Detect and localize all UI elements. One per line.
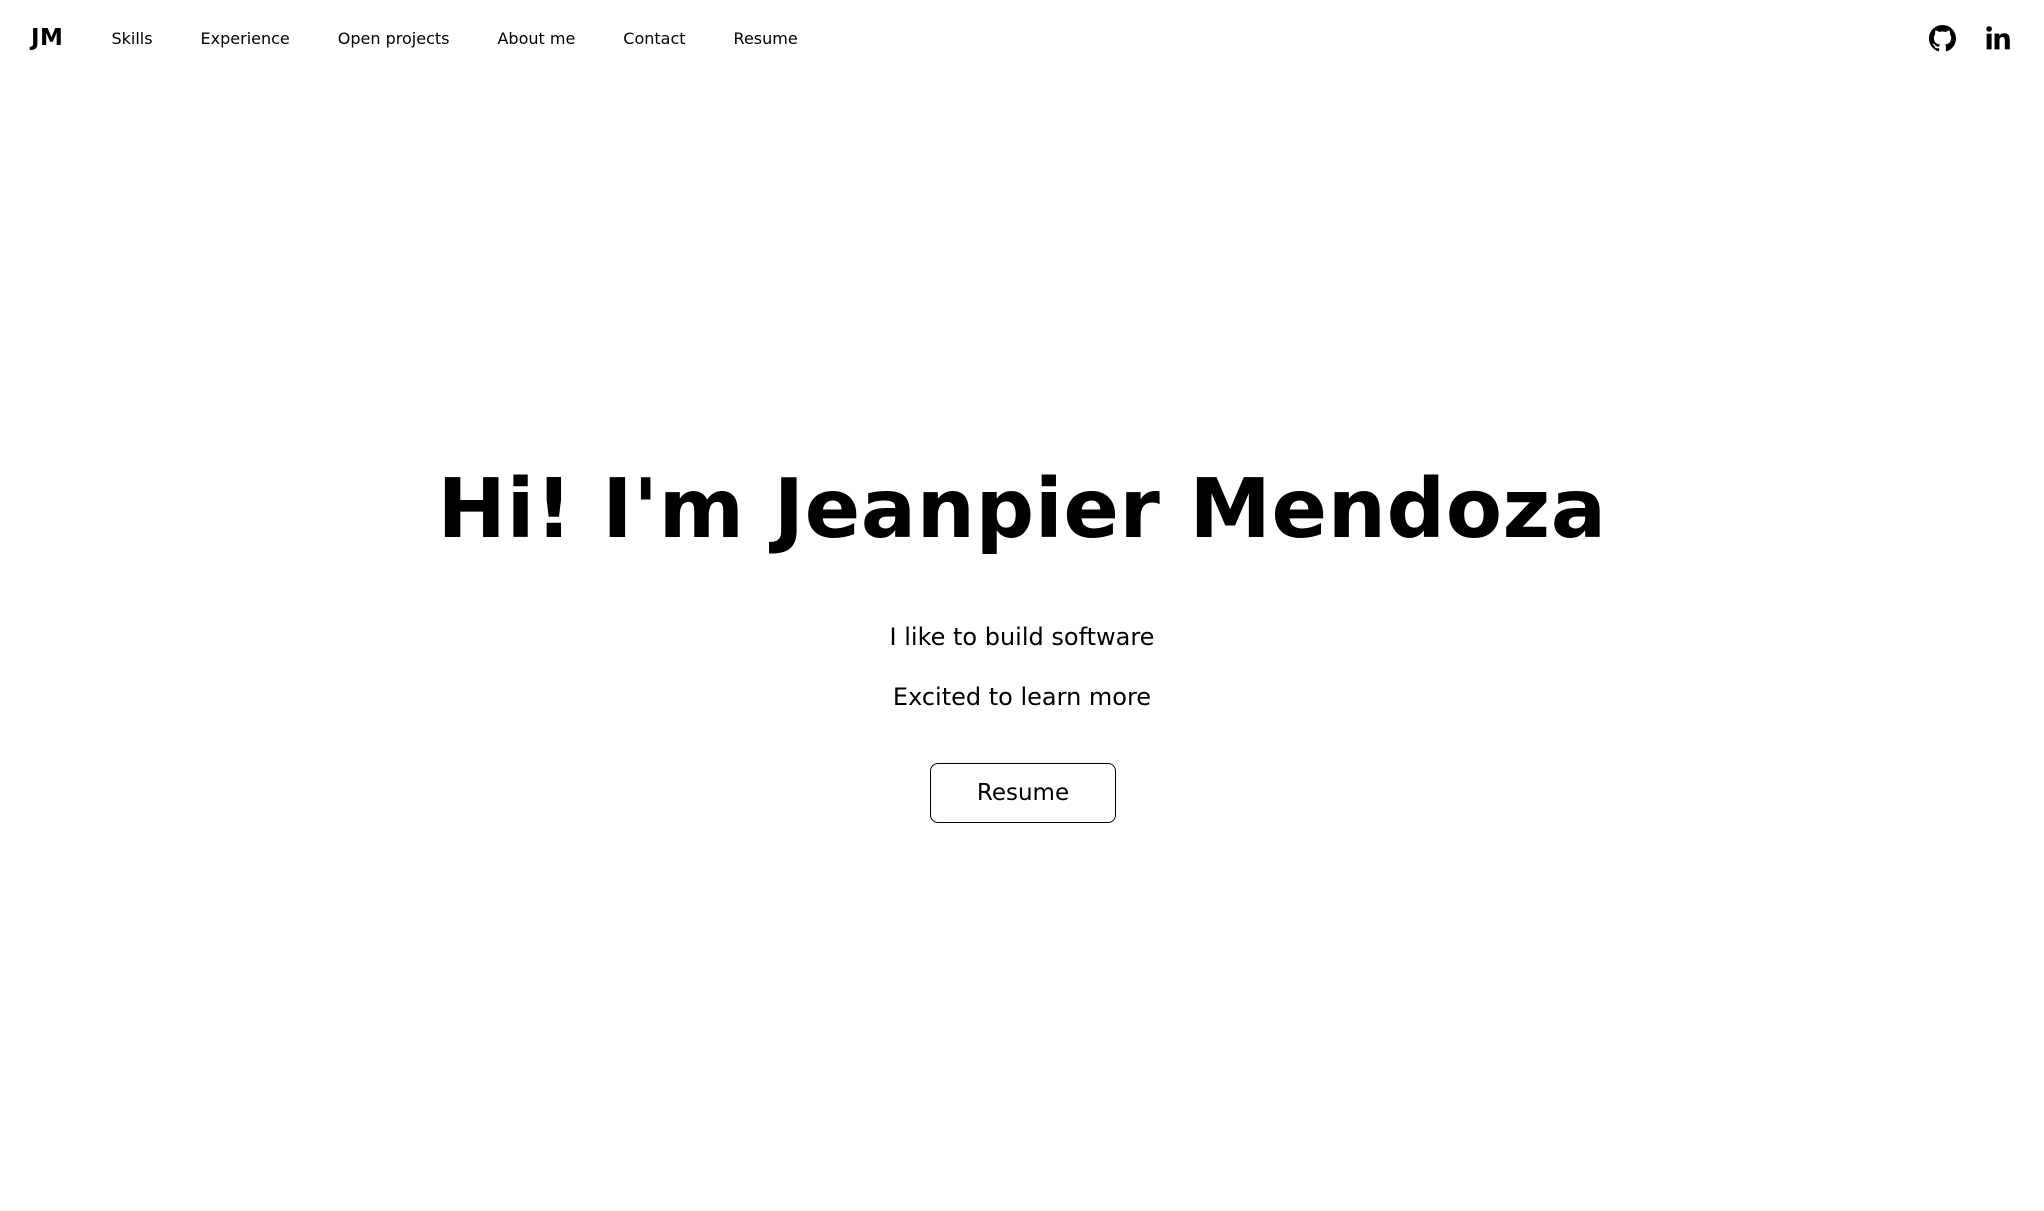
nav-link-open-projects[interactable]: Open projects — [338, 29, 450, 48]
resume-button[interactable]: Resume — [930, 763, 1116, 823]
page: JM Skills Experience Open projects About… — [0, 0, 2044, 1211]
hero-title: Hi! I'm Jeanpier Mendoza — [437, 462, 1607, 557]
hero-tagline: I like to build software — [889, 623, 1155, 651]
social-links — [1927, 23, 2013, 53]
nav-link-experience[interactable]: Experience — [201, 29, 290, 48]
nav-link-about-me[interactable]: About me — [497, 29, 575, 48]
hero-section: Hi! I'm Jeanpier Mendoza I like to build… — [0, 0, 2044, 1211]
github-icon[interactable] — [1927, 23, 1957, 53]
hero-subtagline: Excited to learn more — [892, 683, 1152, 711]
nav-link-resume[interactable]: Resume — [734, 29, 798, 48]
navbar: JM Skills Experience Open projects About… — [0, 0, 2044, 76]
nav-link-contact[interactable]: Contact — [623, 29, 685, 48]
nav-links: Skills Experience Open projects About me… — [111, 29, 845, 48]
nav-link-skills[interactable]: Skills — [111, 29, 152, 48]
brand-logo[interactable]: JM — [31, 25, 63, 51]
linkedin-icon[interactable] — [1983, 23, 2013, 53]
